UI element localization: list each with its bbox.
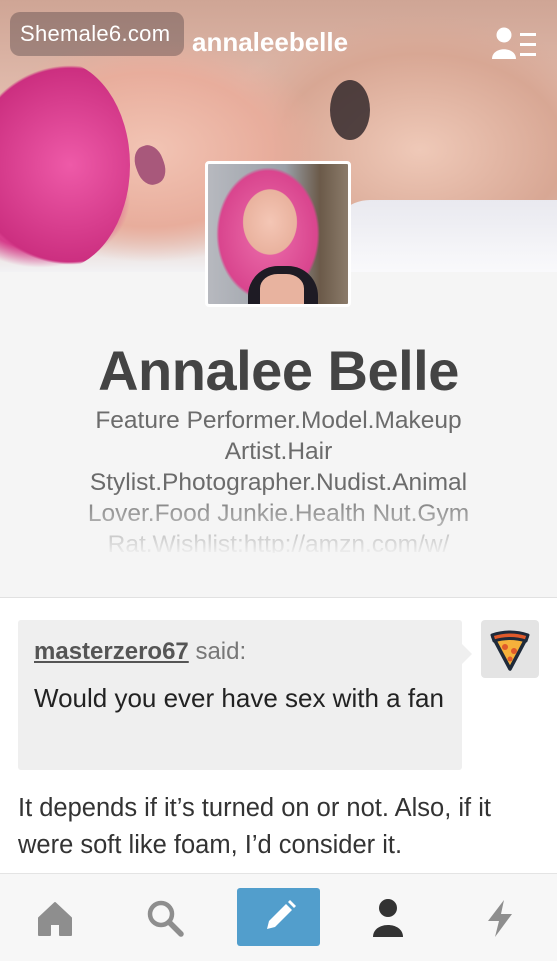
user-menu-icon[interactable] xyxy=(492,26,538,62)
compose-icon xyxy=(266,900,296,929)
watermark: Shemale6.com xyxy=(10,12,185,56)
tab-activity[interactable] xyxy=(460,874,540,961)
account-icon xyxy=(373,898,403,937)
question-text: Would you ever have sex with a fan xyxy=(34,683,444,713)
watermark-text: Shemale6.com xyxy=(20,21,171,46)
said-label: said: xyxy=(195,638,247,665)
asker-link[interactable]: masterzero67 xyxy=(34,638,189,665)
blog-username: annaleebelle xyxy=(192,27,349,57)
question-bubble: masterzero67 said: Would you ever have s… xyxy=(18,620,472,770)
tab-home[interactable] xyxy=(15,874,95,961)
search-icon xyxy=(147,900,184,937)
compose-button[interactable] xyxy=(237,888,320,946)
profile-avatar[interactable] xyxy=(205,161,351,307)
tab-search[interactable] xyxy=(125,874,205,961)
answer-text: It depends if it’s turned on or not. Als… xyxy=(18,794,491,859)
bio-fade xyxy=(0,490,557,560)
activity-icon xyxy=(488,899,512,937)
display-name: Annalee Belle xyxy=(98,339,459,402)
asker-line: masterzero67 said: xyxy=(34,638,446,666)
home-icon xyxy=(38,901,72,936)
tab-account[interactable] xyxy=(348,874,428,961)
asker-avatar[interactable] xyxy=(481,620,539,678)
pizza-icon xyxy=(490,630,530,671)
